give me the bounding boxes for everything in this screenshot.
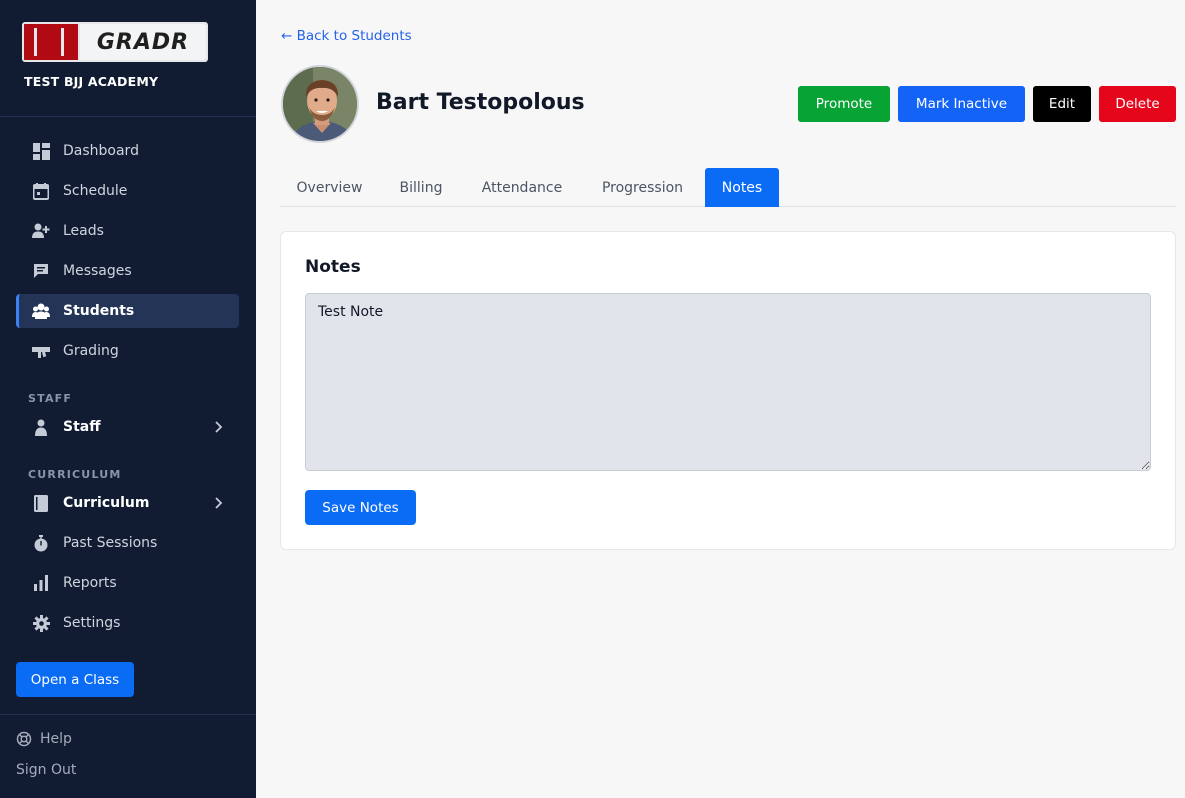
promote-button[interactable]: Promote bbox=[798, 86, 890, 122]
sidebar-item-staff[interactable]: Staff bbox=[16, 410, 239, 444]
sidebar-item-settings[interactable]: Settings bbox=[16, 606, 239, 640]
belt-logo-mark bbox=[24, 24, 80, 60]
gear-icon bbox=[32, 614, 50, 632]
sign-out-label: Sign Out bbox=[16, 762, 77, 778]
sidebar-item-label: Messages bbox=[63, 263, 132, 279]
logo-text: GRADR bbox=[80, 24, 206, 60]
tab-notes[interactable]: Notes bbox=[705, 168, 779, 207]
sidebar-item-schedule[interactable]: Schedule bbox=[16, 174, 239, 208]
stopwatch-icon bbox=[32, 534, 50, 551]
delete-button[interactable]: Delete bbox=[1099, 86, 1176, 122]
notes-textarea[interactable]: Test Note bbox=[305, 293, 1151, 471]
gradr-logo[interactable]: GRADR bbox=[22, 22, 208, 62]
academy-name: TEST BJJ ACADEMY bbox=[24, 74, 159, 89]
edit-button[interactable]: Edit bbox=[1033, 86, 1091, 122]
section-title-staff: STAFF bbox=[28, 392, 73, 405]
student-name: Bart Testopolous bbox=[376, 90, 585, 115]
open-class-button[interactable]: Open a Class bbox=[16, 662, 134, 697]
sidebar-divider bbox=[0, 714, 256, 715]
sidebar-item-students[interactable]: Students bbox=[16, 294, 239, 328]
sidebar-item-label: Leads bbox=[63, 223, 104, 239]
chevron-right-icon bbox=[215, 497, 223, 509]
tab-progression[interactable]: Progression bbox=[585, 168, 700, 207]
sidebar-item-label: Reports bbox=[63, 575, 117, 591]
sidebar-item-label: Schedule bbox=[63, 183, 128, 199]
users-icon bbox=[32, 303, 50, 319]
sidebar-item-label: Past Sessions bbox=[63, 535, 158, 551]
sidebar-item-reports[interactable]: Reports bbox=[16, 566, 239, 600]
tab-overview[interactable]: Overview bbox=[280, 168, 379, 207]
sidebar-item-label: Students bbox=[63, 303, 135, 319]
add-user-icon bbox=[32, 223, 50, 239]
sidebar-item-grading[interactable]: Grading bbox=[16, 334, 239, 368]
book-icon bbox=[32, 494, 50, 512]
sign-out-link[interactable]: Sign Out bbox=[16, 762, 76, 778]
dashboard-icon bbox=[32, 142, 50, 160]
person-icon bbox=[32, 419, 50, 436]
section-title-curriculum: CURRICULUM bbox=[28, 468, 122, 481]
sidebar: GRADR TEST BJJ ACADEMY Dashboard Schedul… bbox=[0, 0, 256, 798]
sidebar-item-curriculum[interactable]: Curriculum bbox=[16, 486, 239, 520]
help-link[interactable]: Help bbox=[16, 731, 72, 747]
sidebar-item-label: Grading bbox=[63, 343, 119, 359]
message-icon bbox=[32, 263, 50, 279]
grading-icon bbox=[32, 343, 50, 359]
sidebar-item-messages[interactable]: Messages bbox=[16, 254, 239, 288]
back-to-students-link[interactable]: ← Back to Students bbox=[281, 28, 412, 44]
tab-billing[interactable]: Billing bbox=[383, 168, 459, 207]
bar-chart-icon bbox=[32, 575, 50, 591]
chevron-right-icon bbox=[215, 421, 223, 433]
sidebar-divider bbox=[0, 116, 256, 117]
save-notes-button[interactable]: Save Notes bbox=[305, 490, 416, 525]
notes-title: Notes bbox=[305, 257, 361, 277]
sidebar-item-leads[interactable]: Leads bbox=[16, 214, 239, 248]
help-label: Help bbox=[40, 731, 72, 747]
notes-card: Notes Test Note Save Notes bbox=[280, 231, 1176, 550]
mark-inactive-button[interactable]: Mark Inactive bbox=[898, 86, 1025, 122]
sidebar-item-label: Curriculum bbox=[63, 495, 150, 511]
sidebar-item-past-sessions[interactable]: Past Sessions bbox=[16, 526, 239, 560]
sidebar-item-label: Staff bbox=[63, 419, 101, 435]
sidebar-item-label: Settings bbox=[63, 615, 121, 631]
sidebar-item-dashboard[interactable]: Dashboard bbox=[16, 134, 239, 168]
student-tabs: Overview Billing Attendance Progression … bbox=[280, 168, 1176, 207]
avatar bbox=[281, 65, 359, 143]
tab-attendance[interactable]: Attendance bbox=[463, 168, 581, 207]
sidebar-item-label: Dashboard bbox=[63, 143, 139, 159]
lifebuoy-icon bbox=[16, 731, 32, 747]
calendar-icon bbox=[32, 182, 50, 200]
